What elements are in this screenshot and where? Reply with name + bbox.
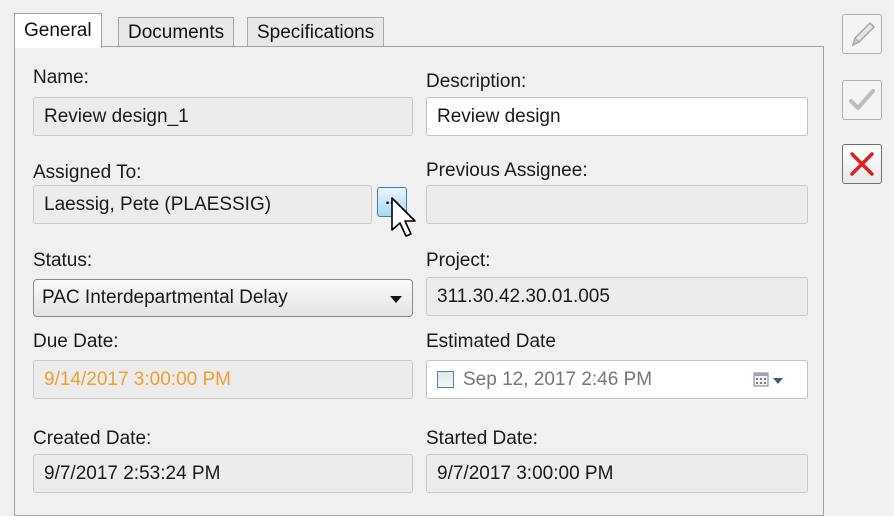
- estimated-date-value: Sep 12, 2017 2:46 PM: [463, 369, 653, 390]
- description-label: Description:: [426, 71, 527, 92]
- status-select[interactable]: PAC Interdepartmental Delay: [33, 279, 413, 317]
- due-date-field[interactable]: 9/14/2017 3:00:00 PM: [33, 360, 413, 399]
- tab-general[interactable]: General: [14, 13, 102, 48]
- started-date-label: Started Date:: [426, 428, 538, 449]
- checkmark-icon: [849, 89, 875, 110]
- assigned-to-field[interactable]: Laessig, Pete (PLAESSIG): [33, 185, 372, 224]
- assigned-to-label: Assigned To:: [33, 162, 142, 183]
- started-date-field[interactable]: 9/7/2017 3:00:00 PM: [426, 454, 808, 493]
- project-field[interactable]: 311.30.42.30.01.005: [426, 277, 808, 316]
- project-label: Project:: [426, 250, 491, 271]
- created-date-label: Created Date:: [33, 428, 152, 449]
- status-select-value: PAC Interdepartmental Delay: [42, 287, 288, 308]
- tab-documents[interactable]: Documents: [118, 17, 235, 47]
- name-field[interactable]: Review design_1: [33, 97, 413, 136]
- mouse-pointer-icon: [391, 197, 416, 237]
- previous-assignee-field[interactable]: [426, 185, 808, 224]
- estimated-date-field[interactable]: Sep 12, 2017 2:46 PM: [426, 360, 808, 399]
- calendar-dropdown-icon[interactable]: [753, 371, 789, 389]
- delete-button[interactable]: [842, 144, 882, 184]
- created-date-field[interactable]: 9/7/2017 2:53:24 PM: [33, 454, 413, 493]
- estimated-date-checkbox[interactable]: [437, 371, 454, 388]
- chevron-down-icon: [390, 296, 402, 303]
- edit-button[interactable]: [842, 14, 882, 54]
- previous-assignee-label: Previous Assignee:: [426, 160, 588, 181]
- due-date-label: Due Date:: [33, 331, 119, 352]
- name-label: Name:: [33, 67, 89, 88]
- general-panel: Name: Review design_1 Description: Revie…: [14, 46, 824, 516]
- tab-specifications[interactable]: Specifications: [247, 17, 385, 47]
- estimated-date-label: Estimated Date: [426, 331, 556, 352]
- confirm-button[interactable]: [842, 80, 882, 120]
- pencil-icon: [851, 21, 876, 47]
- delete-x-icon: [850, 152, 874, 176]
- status-label: Status:: [33, 250, 93, 271]
- description-field[interactable]: Review design: [426, 97, 808, 136]
